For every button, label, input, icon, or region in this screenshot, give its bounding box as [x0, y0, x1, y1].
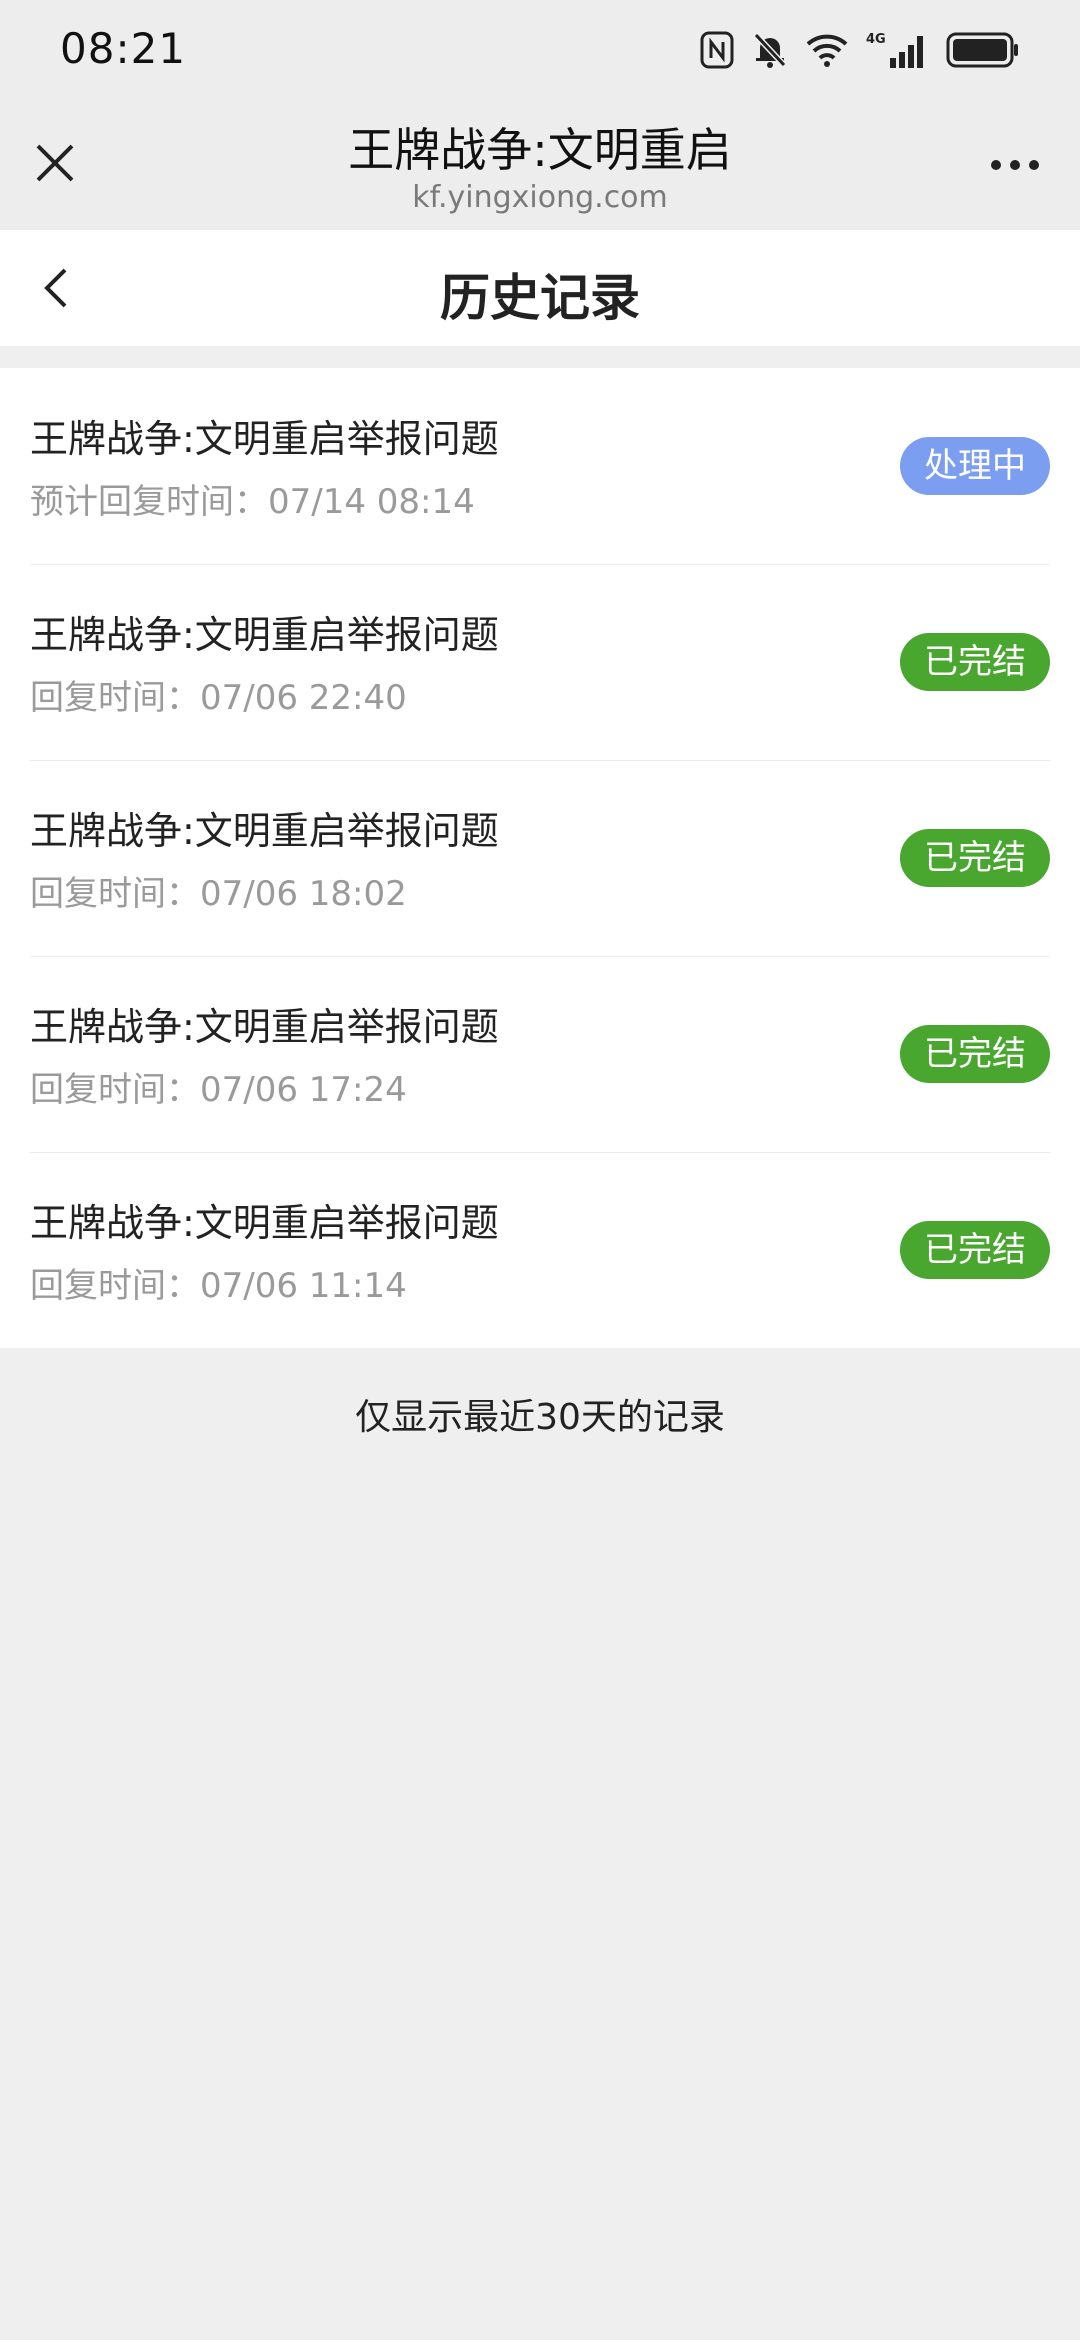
- record-row[interactable]: 王牌战争:文明重启举报问题 回复时间：07/06 11:14 已完结: [0, 1152, 1080, 1348]
- webview-header: 王牌战争:文明重启 kf.yingxiong.com: [0, 100, 1080, 230]
- status-badge: 已完结: [900, 1221, 1050, 1279]
- record-time: 回复时间：07/06 22:40: [30, 678, 407, 718]
- page-title: 历史记录: [440, 269, 640, 327]
- record-title: 王牌战争:文明重启举报问题: [30, 1005, 499, 1049]
- status-icons: 4G: [700, 28, 1020, 72]
- status-badge: 已完结: [900, 1025, 1050, 1083]
- status-badge: 处理中: [900, 437, 1050, 495]
- webview-title: 王牌战争:文明重启: [348, 123, 732, 177]
- more-options-button[interactable]: [980, 140, 1050, 190]
- webview-url: kf.yingxiong.com: [412, 180, 668, 215]
- record-time: 回复时间：07/06 18:02: [30, 874, 407, 914]
- wifi-icon: [806, 32, 848, 68]
- more-dot-icon: [991, 160, 1001, 170]
- battery-icon: [946, 32, 1020, 68]
- more-dot-icon: [1029, 160, 1039, 170]
- status-bar: 08:21 4G: [0, 0, 1080, 100]
- record-row[interactable]: 王牌战争:文明重启举报问题 回复时间：07/06 18:02 已完结: [0, 760, 1080, 956]
- record-title: 王牌战争:文明重启举报问题: [30, 613, 499, 657]
- status-time: 08:21: [60, 24, 187, 73]
- record-time: 预计回复时间：07/14 08:14: [30, 482, 475, 522]
- footer-note: 仅显示最近30天的记录: [355, 1397, 725, 1438]
- nfc-icon: [700, 31, 734, 69]
- record-row[interactable]: 王牌战争:文明重启举报问题 回复时间：07/06 22:40 已完结: [0, 564, 1080, 760]
- record-title: 王牌战争:文明重启举报问题: [30, 809, 499, 853]
- svg-text:4G: 4G: [866, 32, 886, 47]
- record-time: 回复时间：07/06 17:24: [30, 1070, 407, 1110]
- page-nav-bar: 历史记录: [0, 230, 1080, 346]
- more-dot-icon: [1010, 160, 1020, 170]
- record-title: 王牌战争:文明重启举报问题: [30, 1201, 499, 1245]
- record-row[interactable]: 王牌战争:文明重启举报问题 回复时间：07/06 17:24 已完结: [0, 956, 1080, 1152]
- record-time: 回复时间：07/06 11:14: [30, 1266, 407, 1306]
- status-badge: 已完结: [900, 829, 1050, 887]
- status-badge: 已完结: [900, 633, 1050, 691]
- record-list: 王牌战争:文明重启举报问题 预计回复时间：07/14 08:14 处理中 王牌战…: [0, 368, 1080, 1348]
- signal-4g-icon: 4G: [866, 30, 928, 70]
- record-title: 王牌战争:文明重启举报问题: [30, 417, 499, 461]
- record-row[interactable]: 王牌战争:文明重启举报问题 预计回复时间：07/14 08:14 处理中: [0, 368, 1080, 564]
- mute-icon: [752, 31, 788, 69]
